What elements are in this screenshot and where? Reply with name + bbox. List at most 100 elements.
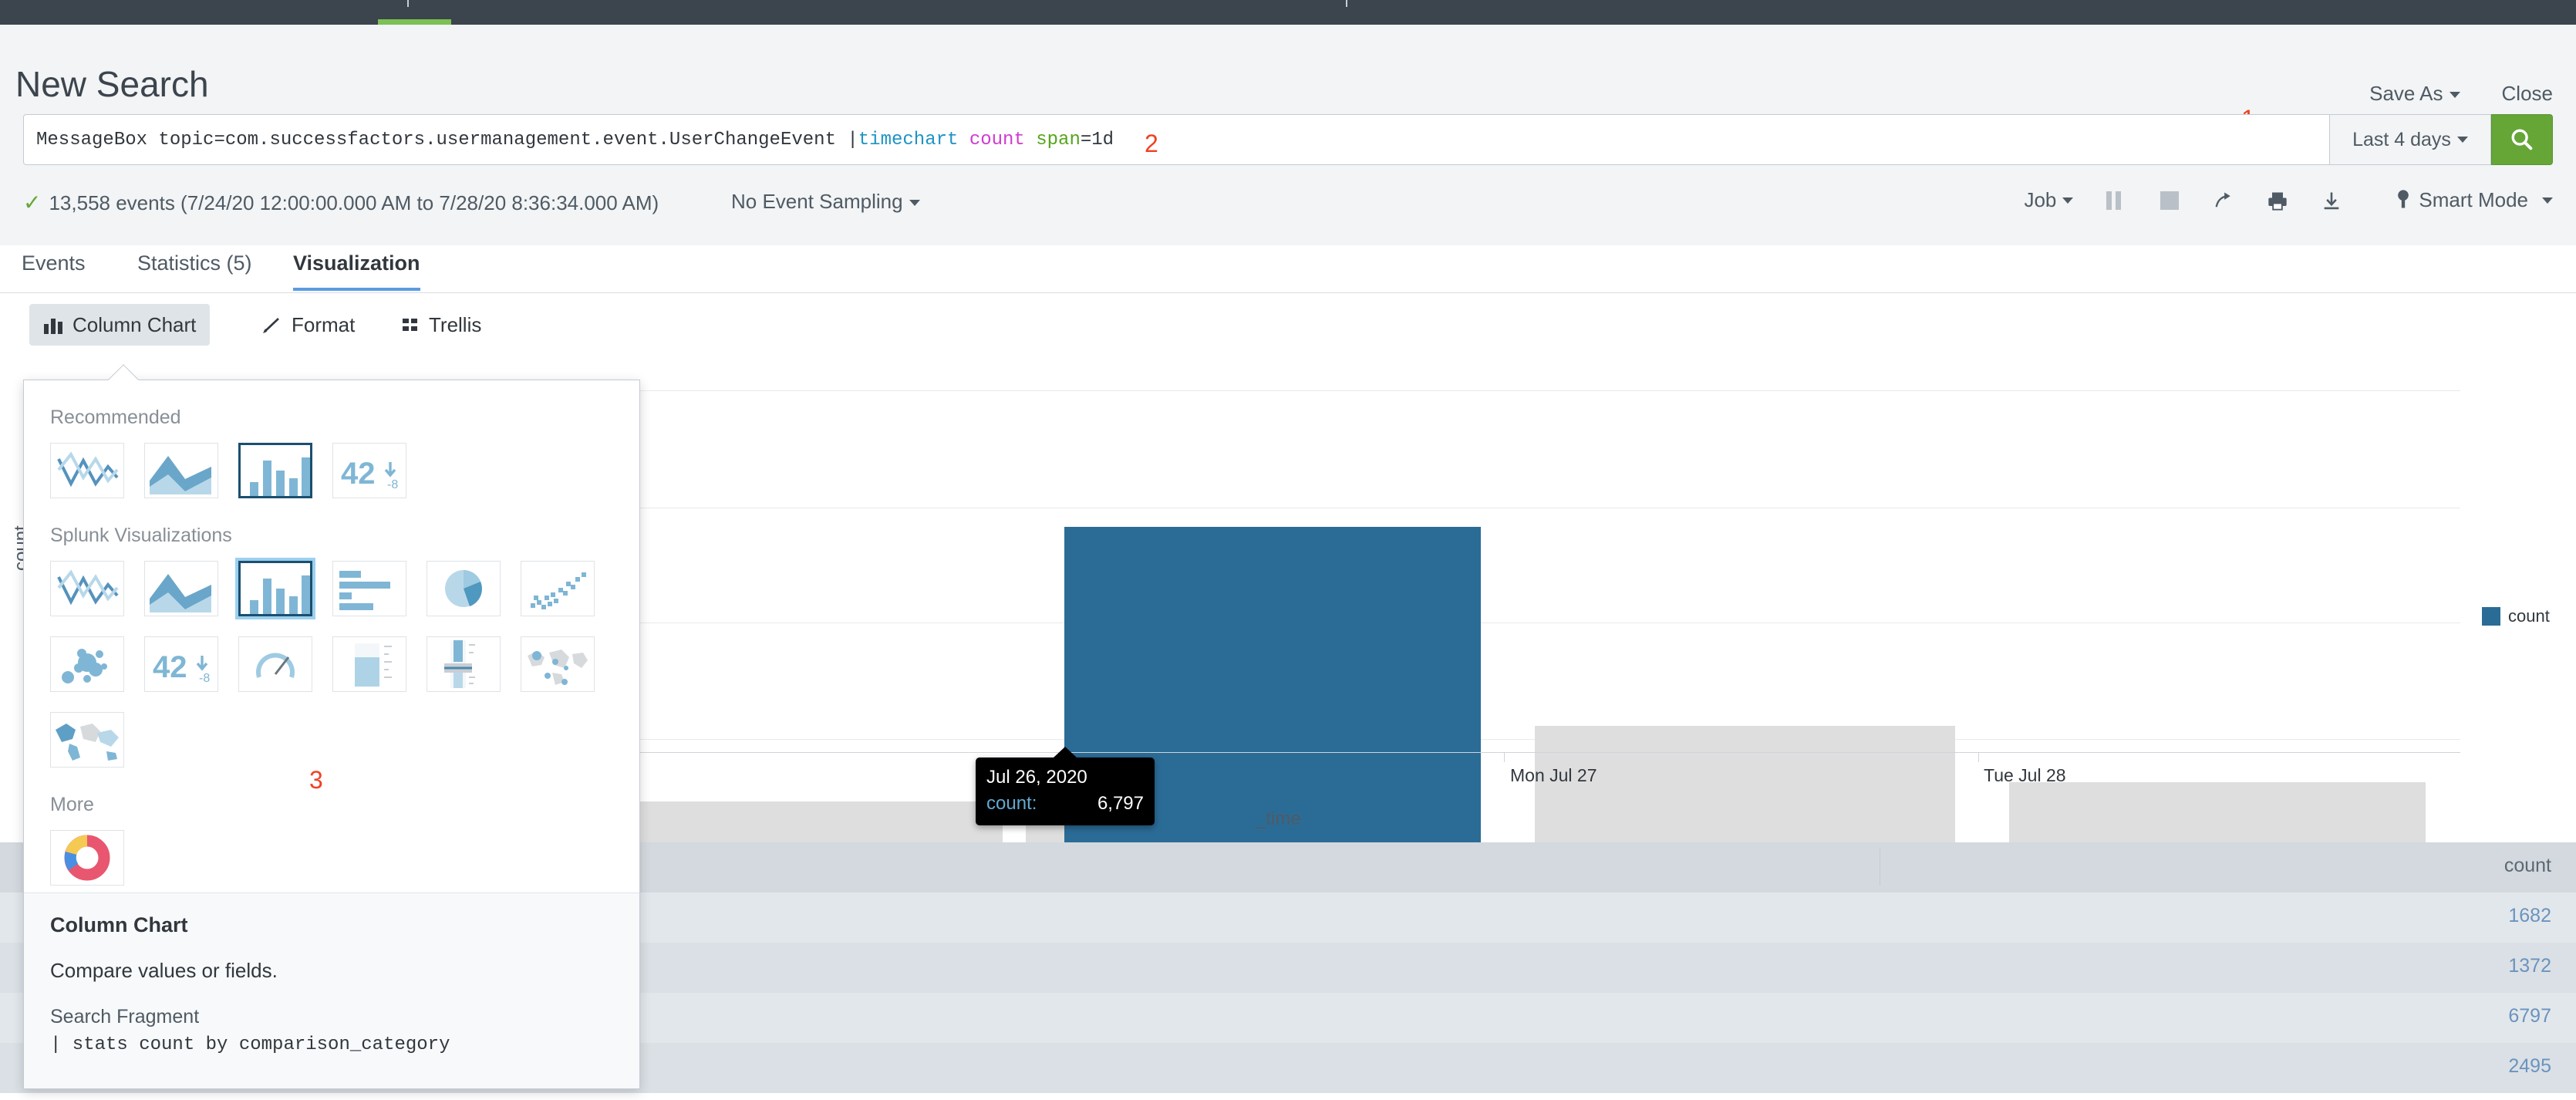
export-button[interactable] (2320, 189, 2343, 212)
x-axis-tick-label: Tue Jul 28 (1984, 765, 2066, 785)
time-range-picker[interactable]: Last 4 days (2329, 114, 2491, 165)
svg-text:42: 42 (341, 457, 376, 491)
chart-type-picker-button[interactable]: Column Chart (29, 304, 211, 346)
column-chart-icon (250, 575, 310, 614)
viz-tile-single-value[interactable]: 42 -8 (144, 636, 218, 692)
search-status-row: ✓ 13,558 events (7/24/20 12:00:00.000 AM … (0, 184, 2576, 228)
chart-bar[interactable] (1535, 726, 1955, 842)
header-actions: Save As Close (2369, 82, 2553, 106)
app-nav-bar (0, 0, 2576, 25)
nav-right-text (2421, 3, 2425, 20)
download-icon (2325, 192, 2339, 209)
viz-tile-line-chart[interactable] (50, 443, 124, 498)
area-chart-icon (150, 574, 211, 612)
svg-text:-8: -8 (199, 672, 210, 685)
gridline (586, 390, 2460, 391)
page-title: New Search (15, 64, 209, 104)
query-token-function: count (969, 129, 1025, 150)
pie-chart-icon (445, 570, 482, 607)
viz-tile-column-chart[interactable] (238, 561, 312, 616)
viz-tile-marker-gauge[interactable] (427, 636, 501, 692)
search-mode-selector[interactable]: Smart Mode (2396, 188, 2553, 212)
query-token-argument: span (1036, 129, 1081, 150)
viz-tile-cluster-map[interactable] (521, 636, 595, 692)
chart-bar[interactable] (2009, 782, 2426, 842)
query-token-value: =1d (1080, 129, 1114, 150)
lightbulb-icon (2398, 189, 2409, 208)
viz-tile-column-chart[interactable] (238, 443, 312, 498)
save-as-button[interactable]: Save As (2369, 82, 2460, 106)
viz-tile-filler-gauge[interactable] (332, 636, 406, 692)
picker-description-panel: Column Chart Compare values or fields. S… (24, 892, 639, 1088)
chart-tooltip: Jul 26, 2020 count: 6,797 (976, 747, 1155, 825)
tab-events[interactable]: Events (22, 251, 86, 288)
viz-tile-single-value[interactable]: 42 -8 (332, 443, 406, 498)
line-chart-icon (57, 451, 119, 488)
viz-tile-bar-chart[interactable] (332, 561, 406, 616)
share-button[interactable] (2212, 189, 2235, 212)
annotation-2: 2 (1145, 130, 1158, 157)
close-button[interactable]: Close (2502, 82, 2553, 106)
viz-tile-pie-chart[interactable] (427, 561, 501, 616)
choropleth-map-icon (56, 724, 119, 761)
query-text-plain: MessageBox topic=com.successfactors.user… (36, 129, 858, 150)
table-column-header-count: count (2504, 855, 2551, 876)
viz-tile-scatter-chart[interactable] (521, 561, 595, 616)
viz-tile-radial-gauge[interactable] (238, 636, 312, 692)
format-button[interactable]: Format (248, 304, 369, 346)
picker-description-subtitle: Compare values or fields. (50, 959, 278, 982)
picker-group-more-title: More (50, 794, 94, 815)
picker-group-splunk-title: Splunk Visualizations (50, 525, 232, 546)
svg-text:42: 42 (153, 650, 187, 684)
trellis-button[interactable]: Trellis (387, 304, 495, 346)
success-check-icon: ✓ (23, 191, 42, 214)
picker-search-fragment-code: | stats count by comparison_category (50, 1034, 450, 1055)
share-arrow-icon (2215, 192, 2231, 207)
x-axis-tick (1978, 752, 1979, 762)
legend-label: count (2508, 606, 2550, 626)
picker-description-title: Column Chart (50, 913, 188, 936)
x-axis-line (586, 752, 2460, 753)
table-cell-count: 1372 (2508, 955, 2551, 977)
printer-icon (2268, 192, 2288, 211)
chart-bar[interactable] (586, 801, 1003, 842)
x-axis-tick (1504, 752, 1505, 762)
result-tabs: Events Statistics (5) Visualization (0, 245, 2576, 293)
grid-icon (403, 319, 417, 331)
svg-text:-8: -8 (387, 478, 398, 491)
search-query-input[interactable]: MessageBox topic=com.successfactors.user… (23, 114, 2329, 165)
viz-tile-donut-chart[interactable] (50, 830, 124, 886)
table-cell-count: 6797 (2508, 1005, 2551, 1027)
filler-gauge-icon (355, 643, 392, 687)
job-menu-button[interactable]: Job (2024, 188, 2074, 212)
chevron-down-icon (2062, 197, 2074, 204)
viz-tile-choropleth-map[interactable] (50, 712, 124, 768)
event-sampling-selector[interactable]: No Event Sampling (731, 190, 920, 214)
tab-visualization[interactable]: Visualization (293, 251, 420, 291)
x-axis-title: _time (1256, 808, 1301, 829)
visualization-picker-popup: Recommended 3 42 -8 Splunk Visualization… (23, 364, 640, 1089)
tab-statistics[interactable]: Statistics (5) (137, 251, 252, 288)
tooltip-arrow (1053, 747, 1077, 758)
viz-tile-area-chart[interactable] (144, 561, 218, 616)
print-button[interactable] (2266, 189, 2289, 212)
stop-button[interactable] (2158, 189, 2181, 212)
single-value-icon: 42 -8 (341, 457, 398, 491)
table-cell-count: 2495 (2508, 1055, 2551, 1077)
run-search-button[interactable] (2491, 114, 2553, 165)
picker-group-recommended-title: Recommended (50, 407, 181, 428)
chevron-down-icon (909, 200, 920, 207)
active-app-indicator (378, 19, 451, 25)
viz-tile-bubble-chart[interactable] (50, 636, 124, 692)
pause-button[interactable] (2104, 189, 2127, 212)
viz-tile-area-chart[interactable] (144, 443, 218, 498)
job-controls: Job Smart Mode (2024, 188, 2553, 212)
page-header: New Search Save As Close 1 (0, 25, 2576, 133)
nav-tick (407, 0, 409, 7)
column-chart-icon (44, 319, 62, 334)
cluster-map-icon (528, 650, 588, 685)
tooltip-date: Jul 26, 2020 (986, 767, 1087, 788)
picker-search-fragment-label: Search Fragment (50, 1006, 200, 1027)
tooltip-metric-value: 6,797 (1097, 793, 1144, 814)
viz-tile-line-chart[interactable] (50, 561, 124, 616)
